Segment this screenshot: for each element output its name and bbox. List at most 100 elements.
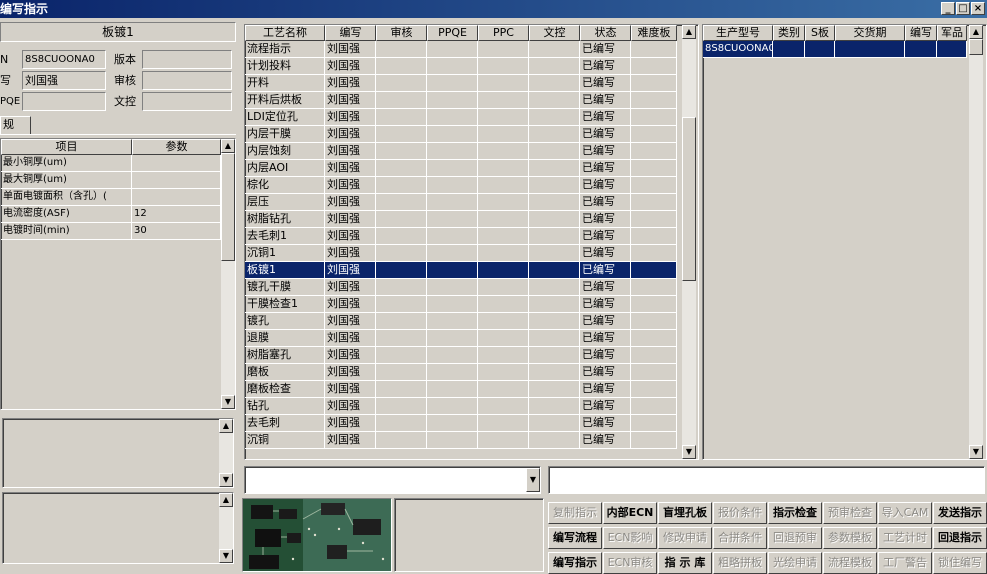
- scroll-up-icon[interactable]: ▲: [682, 25, 696, 39]
- scroll-down-icon[interactable]: ▼: [682, 445, 696, 459]
- minimize-button[interactable]: _: [941, 2, 955, 15]
- scroll-thumb[interactable]: [682, 117, 696, 281]
- process-row[interactable]: 树脂塞孔 刘国强 已编写: [245, 347, 677, 364]
- action-button-r0-c1[interactable]: 内部ECN: [603, 502, 657, 524]
- action-button-r1-c0[interactable]: 编写流程: [548, 527, 602, 549]
- process-row[interactable]: 镀孔干膜 刘国强 已编写: [245, 279, 677, 296]
- process-col-writer[interactable]: 编写: [325, 25, 376, 41]
- tab-spec[interactable]: 规: [0, 116, 31, 135]
- process-row[interactable]: 流程指示 刘国强 已编写: [245, 41, 677, 58]
- action-button-r0-c4[interactable]: 指示检查: [768, 502, 822, 524]
- action-button-r2-c0[interactable]: 编写指示: [548, 552, 602, 574]
- action-button-r1-c5[interactable]: 参数模板: [823, 527, 877, 549]
- process-row[interactable]: 树脂钻孔 刘国强 已编写: [245, 211, 677, 228]
- close-button[interactable]: ×: [971, 2, 985, 15]
- review-field[interactable]: [142, 71, 232, 90]
- message-input[interactable]: [548, 466, 985, 494]
- action-button-r1-c6[interactable]: 工艺计时: [878, 527, 932, 549]
- process-row[interactable]: LDI定位孔 刘国强 已编写: [245, 109, 677, 126]
- process-row[interactable]: 内层蚀刻 刘国强 已编写: [245, 143, 677, 160]
- action-button-r0-c0[interactable]: 复制指示: [548, 502, 602, 524]
- param-col-value[interactable]: 参数: [132, 139, 221, 155]
- action-button-r2-c2[interactable]: 指 示 库: [658, 552, 712, 574]
- action-button-r0-c6[interactable]: 导入CAM: [878, 502, 932, 524]
- action-button-r1-c3[interactable]: 合拼条件: [713, 527, 767, 549]
- notes-box-2[interactable]: ▲ ▼: [2, 492, 234, 564]
- scroll-thumb[interactable]: [221, 153, 235, 261]
- action-button-r2-c3[interactable]: 粗略拼板: [713, 552, 767, 574]
- process-col-difficulty[interactable]: 难度板: [631, 25, 677, 41]
- writer-field[interactable]: 刘国强: [22, 71, 106, 90]
- product-col-s-board[interactable]: S板: [805, 25, 835, 41]
- process-row[interactable]: 沉铜1 刘国强 已编写: [245, 245, 677, 262]
- process-row[interactable]: 去毛刺1 刘国强 已编写: [245, 228, 677, 245]
- process-row[interactable]: 开料后烘板 刘国强 已编写: [245, 92, 677, 109]
- action-button-r2-c6[interactable]: 工厂警告: [878, 552, 932, 574]
- version-field[interactable]: [142, 50, 232, 69]
- action-button-r0-c7[interactable]: 发送指示: [933, 502, 987, 524]
- scroll-down-icon[interactable]: ▼: [219, 549, 233, 563]
- action-button-r0-c3[interactable]: 报价条件: [713, 502, 767, 524]
- process-row[interactable]: 退膜 刘国强 已编写: [245, 330, 677, 347]
- process-row[interactable]: 内层干膜 刘国强 已编写: [245, 126, 677, 143]
- process-row[interactable]: 板镀1 刘国强 已编写: [245, 262, 677, 279]
- param-scrollbar[interactable]: ▲ ▼: [221, 139, 235, 409]
- action-button-r1-c7[interactable]: 回退指示: [933, 527, 987, 549]
- product-col-delivery[interactable]: 交货期: [835, 25, 905, 41]
- scroll-thumb[interactable]: [969, 39, 983, 55]
- process-row[interactable]: 开料 刘国强 已编写: [245, 75, 677, 92]
- action-button-r1-c4[interactable]: 回退预审: [768, 527, 822, 549]
- process-col-ppqe[interactable]: PPQE: [427, 25, 478, 41]
- process-row[interactable]: 去毛刺 刘国强 已编写: [245, 415, 677, 432]
- param-col-item[interactable]: 项目: [1, 139, 132, 155]
- action-button-r2-c4[interactable]: 光绘申请: [768, 552, 822, 574]
- process-row[interactable]: 磨板检查 刘国强 已编写: [245, 381, 677, 398]
- scroll-down-icon[interactable]: ▼: [221, 395, 235, 409]
- action-button-r2-c1[interactable]: ECN审核: [603, 552, 657, 574]
- scroll-down-icon[interactable]: ▼: [219, 473, 233, 487]
- doc-control-field[interactable]: [142, 92, 232, 111]
- process-combo[interactable]: ▼: [244, 466, 541, 494]
- process-row[interactable]: 镀孔 刘国强 已编写: [245, 313, 677, 330]
- process-row[interactable]: 沉铜 刘国强 已编写: [245, 432, 677, 449]
- product-row[interactable]: 8S8CUOONA0: [703, 41, 967, 58]
- process-row[interactable]: 计划投料 刘国强 已编写: [245, 58, 677, 75]
- process-row[interactable]: 钻孔 刘国强 已编写: [245, 398, 677, 415]
- process-row[interactable]: 棕化 刘国强 已编写: [245, 177, 677, 194]
- action-button-r1-c2[interactable]: 修改申请: [658, 527, 712, 549]
- param-row[interactable]: 单面电镀面积（含孔）(: [1, 189, 221, 206]
- process-col-ppc[interactable]: PPC: [478, 25, 529, 41]
- notes-box-1[interactable]: ▲ ▼: [2, 418, 234, 488]
- scroll-up-icon[interactable]: ▲: [219, 493, 233, 507]
- pqe-field[interactable]: [22, 92, 106, 111]
- param-row[interactable]: 电流密度(ASF) 12: [1, 206, 221, 223]
- process-col-name[interactable]: 工艺名称: [245, 25, 325, 41]
- model-field[interactable]: 8S8CUOONA0: [22, 50, 106, 69]
- process-scrollbar[interactable]: ▲ ▼: [682, 25, 696, 459]
- process-col-status[interactable]: 状态: [580, 25, 631, 41]
- process-row[interactable]: 磨板 刘国强 已编写: [245, 364, 677, 381]
- product-col-model[interactable]: 生产型号: [703, 25, 773, 41]
- process-row[interactable]: 层压 刘国强 已编写: [245, 194, 677, 211]
- scroll-up-icon[interactable]: ▲: [221, 139, 235, 153]
- scroll-up-icon[interactable]: ▲: [969, 25, 983, 39]
- process-row[interactable]: 内层AOI 刘国强 已编写: [245, 160, 677, 177]
- param-row[interactable]: 最小铜厚(um): [1, 155, 221, 172]
- scroll-down-icon[interactable]: ▼: [969, 445, 983, 459]
- product-col-military[interactable]: 军品: [937, 25, 967, 41]
- chevron-down-icon[interactable]: ▼: [526, 468, 540, 492]
- action-button-r2-c5[interactable]: 流程模板: [823, 552, 877, 574]
- product-col-writer[interactable]: 编写: [905, 25, 937, 41]
- action-button-r0-c2[interactable]: 盲埋孔板: [658, 502, 712, 524]
- process-row[interactable]: 干膜检查1 刘国强 已编写: [245, 296, 677, 313]
- action-button-r0-c5[interactable]: 预审检查: [823, 502, 877, 524]
- scroll-up-icon[interactable]: ▲: [219, 419, 233, 433]
- product-col-category[interactable]: 类别: [773, 25, 805, 41]
- product-scrollbar[interactable]: ▲ ▼: [969, 25, 983, 459]
- param-row[interactable]: 最大铜厚(um): [1, 172, 221, 189]
- maximize-button[interactable]: □: [956, 2, 970, 15]
- param-row[interactable]: 电镀时间(min) 30: [1, 223, 221, 240]
- action-button-r2-c7[interactable]: 锁住编写: [933, 552, 987, 574]
- action-button-r1-c1[interactable]: ECN影响: [603, 527, 657, 549]
- process-col-doc-control[interactable]: 文控: [529, 25, 580, 41]
